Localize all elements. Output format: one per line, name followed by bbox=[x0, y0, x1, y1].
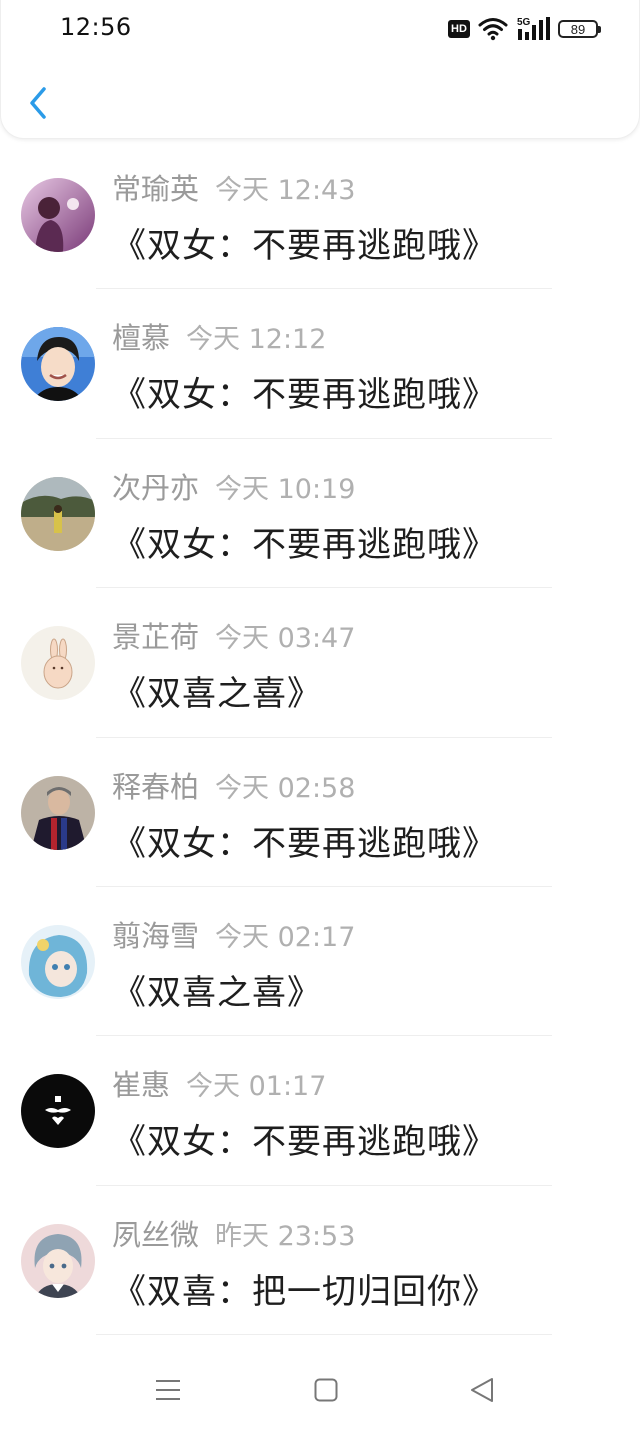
item-meta: 崔惠 今天 01:17 bbox=[112, 1062, 326, 1104]
item-meta: 次丹亦 今天 10:19 bbox=[112, 465, 355, 507]
timestamp: 今天 02:58 bbox=[215, 772, 356, 804]
item-meta: 景芷荷 今天 03:47 bbox=[112, 614, 355, 656]
status-bar: 12:56 HD 5G 89 bbox=[0, 0, 640, 58]
item-title[interactable]: 《双女：不要再逃跑哦》 bbox=[112, 816, 497, 865]
menu-icon bbox=[156, 1380, 180, 1400]
list-item[interactable]: 檀慕 今天 12:12 《双女：不要再逃跑哦》 bbox=[0, 289, 640, 439]
user-name[interactable]: 释春柏 bbox=[112, 770, 199, 804]
timestamp: 今天 01:17 bbox=[186, 1071, 327, 1103]
avatar[interactable] bbox=[21, 178, 95, 252]
timestamp: 今天 12:43 bbox=[215, 175, 356, 206]
timestamp: 今天 03:47 bbox=[215, 623, 356, 655]
chevron-left-icon bbox=[30, 87, 46, 119]
item-meta: 夙丝微 昨天 23:53 bbox=[112, 1212, 355, 1254]
list-item[interactable]: 翦海雪 今天 02:17 《双喜之喜》 bbox=[0, 887, 640, 1037]
user-name[interactable]: 常瑜英 bbox=[112, 172, 199, 206]
avatar[interactable] bbox=[21, 775, 95, 850]
item-title[interactable]: 《双女：不要再逃跑哦》 bbox=[112, 218, 497, 267]
menu-button[interactable] bbox=[148, 1375, 188, 1405]
divider bbox=[96, 1334, 552, 1336]
list-item[interactable]: 夙丝微 昨天 23:53 《双喜：把一切归回你》 bbox=[0, 1186, 640, 1336]
user-name[interactable]: 崔惠 bbox=[112, 1068, 170, 1102]
screen: 12:56 HD 5G 89 常瑜英 今天 12:43 《双女：不要再逃跑哦》 … bbox=[0, 0, 640, 1433]
status-time: 12:56 bbox=[60, 13, 132, 41]
user-name[interactable]: 翦海雪 bbox=[112, 919, 199, 953]
message-list: 常瑜英今天 12:43 《双女：不要再逃跑哦》 檀慕今天 12:12 《双女 bbox=[0, 140, 640, 1336]
system-nav-bar bbox=[0, 1345, 640, 1433]
user-name[interactable]: 次丹亦 bbox=[112, 471, 199, 505]
item-title[interactable]: 《双喜之喜》 bbox=[112, 666, 322, 715]
back-triangle-icon bbox=[471, 1378, 493, 1402]
list-item[interactable]: 崔惠 今天 01:17 《双女：不要再逃跑哦》 bbox=[0, 1036, 640, 1186]
timestamp: 今天 10:19 bbox=[215, 473, 356, 505]
network-label: 5G bbox=[517, 17, 531, 28]
user-name[interactable]: 檀慕 bbox=[112, 321, 170, 355]
item-meta: 常瑜英 今天 12:43 bbox=[112, 166, 355, 208]
battery-icon: 89 bbox=[558, 20, 601, 38]
status-icons: HD 5G 89 bbox=[448, 15, 601, 43]
avatar[interactable] bbox=[21, 1074, 95, 1149]
avatar[interactable] bbox=[21, 476, 95, 551]
item-title[interactable]: 《双喜：把一切归回你》 bbox=[112, 1264, 497, 1313]
item-meta: 翦海雪 今天 02:17 bbox=[112, 913, 355, 955]
list-item[interactable]: 释春柏 今天 02:58 《双女：不要再逃跑哦》 bbox=[0, 738, 640, 887]
item-title[interactable]: 《双女：不要再逃跑哦》 bbox=[112, 367, 497, 416]
timestamp: 今天 12:12 bbox=[186, 324, 327, 356]
item-title[interactable]: 《双女：不要再逃跑哦》 bbox=[112, 517, 497, 566]
home-button[interactable] bbox=[306, 1375, 346, 1405]
list-item[interactable]: 景芷荷 今天 03:47 《双喜之喜》 bbox=[0, 588, 640, 738]
user-name[interactable]: 景芷荷 bbox=[112, 620, 199, 654]
list-item[interactable]: 次丹亦 今天 10:19 《双女：不要再逃跑哦》 bbox=[0, 439, 640, 589]
item-meta: 释春柏 今天 02:58 bbox=[112, 764, 355, 806]
list-item[interactable]: 常瑜英 今天 12:43 《双女：不要再逃跑哦》 bbox=[0, 140, 640, 290]
avatar[interactable] bbox=[21, 626, 95, 701]
avatar[interactable] bbox=[21, 1223, 95, 1298]
home-icon bbox=[314, 1378, 338, 1402]
avatar[interactable] bbox=[21, 924, 95, 999]
avatar[interactable] bbox=[21, 327, 95, 402]
item-title[interactable]: 《双女：不要再逃跑哦》 bbox=[112, 1114, 497, 1163]
wifi-icon bbox=[478, 18, 508, 41]
timestamp: 昨天 23:53 bbox=[215, 1220, 356, 1252]
item-title[interactable]: 《双喜之喜》 bbox=[112, 965, 322, 1014]
hd-icon: HD bbox=[448, 20, 470, 38]
back-nav-button[interactable] bbox=[462, 1375, 502, 1405]
back-button[interactable] bbox=[18, 80, 58, 126]
item-meta: 檀慕 今天 12:12 bbox=[112, 315, 326, 357]
timestamp: 今天 02:17 bbox=[215, 921, 356, 953]
user-name[interactable]: 夙丝微 bbox=[112, 1218, 199, 1252]
signal-icon: 5G bbox=[517, 17, 550, 40]
